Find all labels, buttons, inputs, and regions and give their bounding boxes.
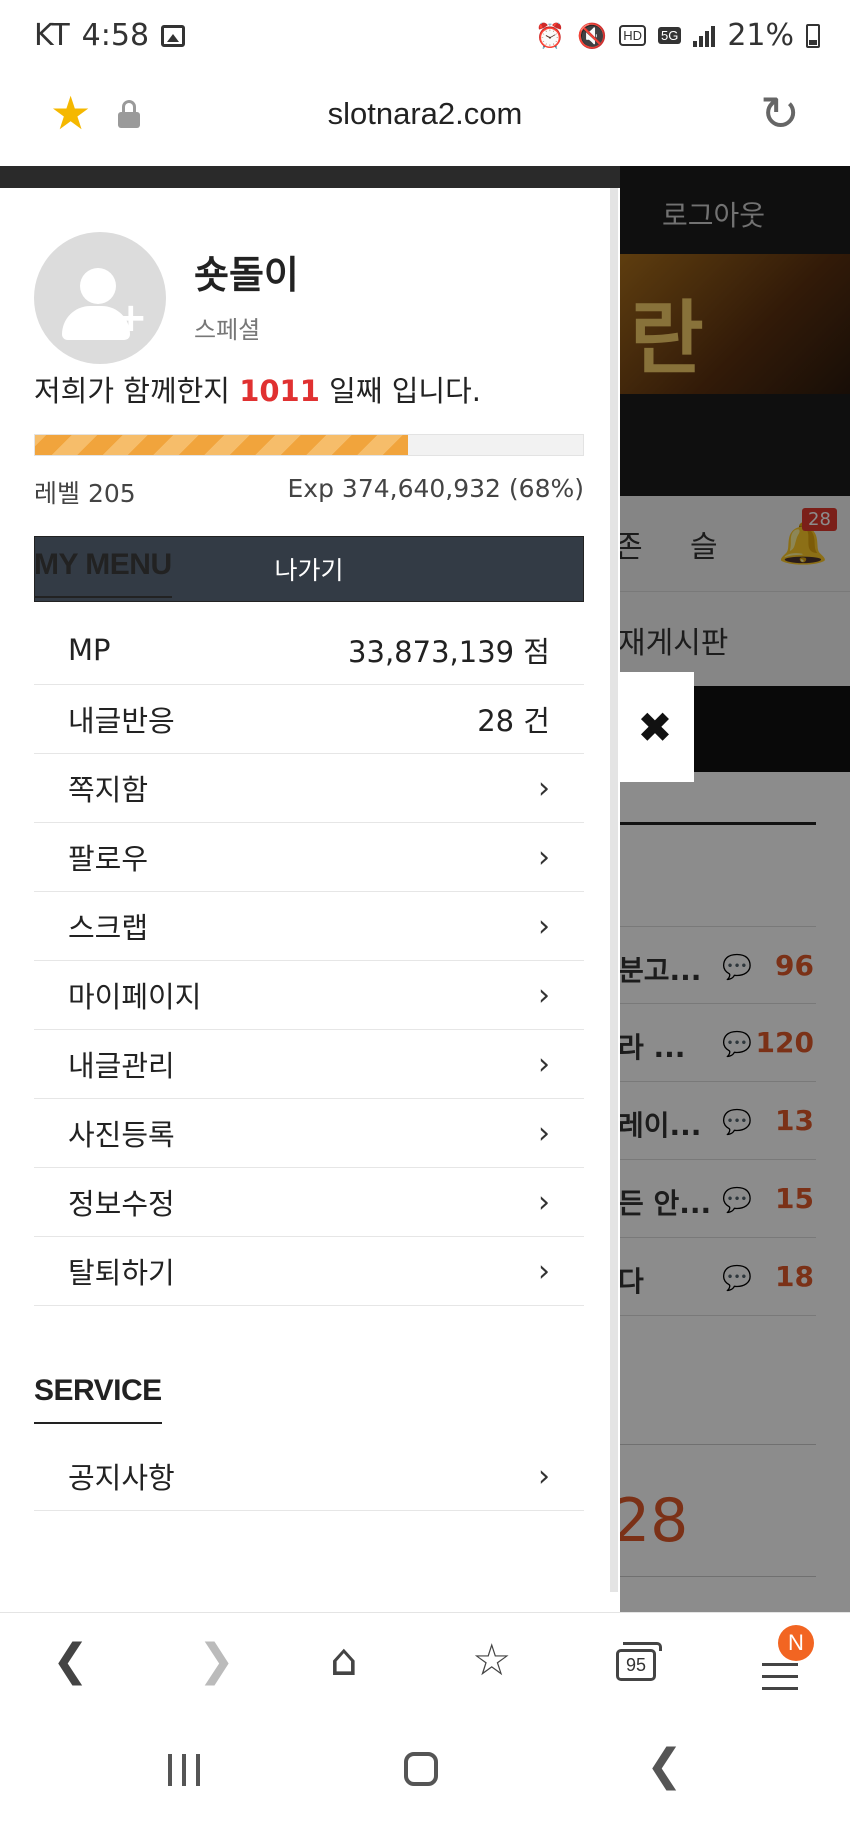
- url-field[interactable]: slotnara2.com: [0, 96, 850, 132]
- days-count: 1011: [239, 374, 320, 408]
- scrollbar[interactable]: [610, 188, 618, 1592]
- chevron-right-icon: ›: [538, 1253, 550, 1289]
- gallery-notification-icon: [161, 24, 186, 47]
- menu-item-mp[interactable]: MP 33,873,139 점: [34, 616, 584, 685]
- menu-item-mypage[interactable]: 마이페이지 ›: [34, 961, 584, 1030]
- menu-item-manage-posts[interactable]: 내글관리 ›: [34, 1030, 584, 1099]
- exp-progress-bar: [34, 434, 584, 456]
- hd-voice-icon: HD: [619, 25, 646, 46]
- network-type-icon: 5G: [657, 27, 682, 44]
- member-rank: 스페셜: [194, 316, 261, 344]
- recent-apps-icon[interactable]: [168, 1754, 200, 1786]
- reactions-value: 28 건: [477, 704, 550, 738]
- home-button-icon[interactable]: [404, 1752, 438, 1786]
- menu-item-notice[interactable]: 공지사항 ›: [34, 1442, 584, 1511]
- bookmarks-icon[interactable]: ☆: [472, 1639, 511, 1683]
- menu-item-messages[interactable]: 쪽지함 ›: [34, 754, 584, 823]
- chevron-right-icon: ›: [538, 977, 550, 1013]
- mp-value: 33,873,139 점: [348, 635, 550, 669]
- carrier-label: KT: [34, 18, 70, 53]
- menu-item-photo-upload[interactable]: 사진등록 ›: [34, 1099, 584, 1168]
- chevron-right-icon: ›: [538, 839, 550, 875]
- system-nav-bar: ❮: [0, 1718, 850, 1823]
- menu-item-scrap[interactable]: 스크랩 ›: [34, 892, 584, 961]
- close-drawer-button[interactable]: ✖: [616, 672, 694, 782]
- signal-icon: [693, 25, 716, 47]
- battery-percent: 21%: [727, 18, 794, 53]
- add-photo-icon: +: [114, 295, 148, 341]
- system-back-icon[interactable]: ❮: [646, 1740, 683, 1791]
- chevron-right-icon: ›: [538, 770, 550, 806]
- alarm-icon: ⏰: [535, 21, 566, 50]
- forward-icon[interactable]: ❯: [198, 1639, 235, 1683]
- menu-item-follow[interactable]: 팔로우 ›: [34, 823, 584, 892]
- mute-icon: 🔇: [577, 21, 608, 50]
- menu-item-edit-profile[interactable]: 정보수정 ›: [34, 1168, 584, 1237]
- back-icon[interactable]: ❮: [52, 1639, 89, 1683]
- menu-icon[interactable]: [762, 1663, 798, 1691]
- close-icon: ✖: [637, 702, 673, 752]
- chevron-right-icon: ›: [538, 1115, 550, 1151]
- chevron-right-icon: ›: [538, 908, 550, 944]
- chevron-right-icon: ›: [538, 1458, 550, 1494]
- clock: 4:58: [81, 18, 150, 53]
- browser-toolbar: ❮ ❯ ⌂ ☆ 95 N: [0, 1612, 850, 1718]
- my-menu-title: MY MENU: [34, 548, 172, 598]
- level-label: 레벨 205: [34, 479, 136, 508]
- exp-label: Exp 374,640,932 (68%): [287, 474, 584, 503]
- menu-item-post-reactions[interactable]: 내글반응 28 건: [34, 685, 584, 754]
- status-bar: KT 4:58 ⏰ 🔇 HD 5G 21%: [0, 0, 850, 74]
- address-bar: ★ slotnara2.com ↻: [0, 74, 850, 166]
- update-badge: N: [778, 1625, 814, 1661]
- tabs-icon[interactable]: 95: [616, 1642, 662, 1681]
- avatar[interactable]: +: [34, 232, 166, 364]
- my-menu-list: MP 33,873,139 점 내글반응 28 건 쪽지함 › 팔로우 › 스크…: [34, 616, 584, 1306]
- service-menu-list: 공지사항 ›: [34, 1442, 584, 1511]
- exp-progress-fill: [35, 435, 408, 455]
- side-drawer: + 숏돌이 스페셜 저희가 함께한지 1011 일째 입니다. 레벨 205 E…: [0, 166, 620, 1612]
- nickname: 숏돌이: [194, 253, 299, 297]
- membership-days: 저희가 함께한지 1011 일째 입니다.: [34, 374, 481, 408]
- menu-item-withdraw[interactable]: 탈퇴하기 ›: [34, 1237, 584, 1306]
- battery-icon: [806, 23, 820, 48]
- chevron-right-icon: ›: [538, 1046, 550, 1082]
- home-icon[interactable]: ⌂: [330, 1639, 358, 1683]
- service-title: SERVICE: [34, 1374, 162, 1424]
- chevron-right-icon: ›: [538, 1184, 550, 1220]
- reload-icon[interactable]: ↻: [760, 90, 800, 138]
